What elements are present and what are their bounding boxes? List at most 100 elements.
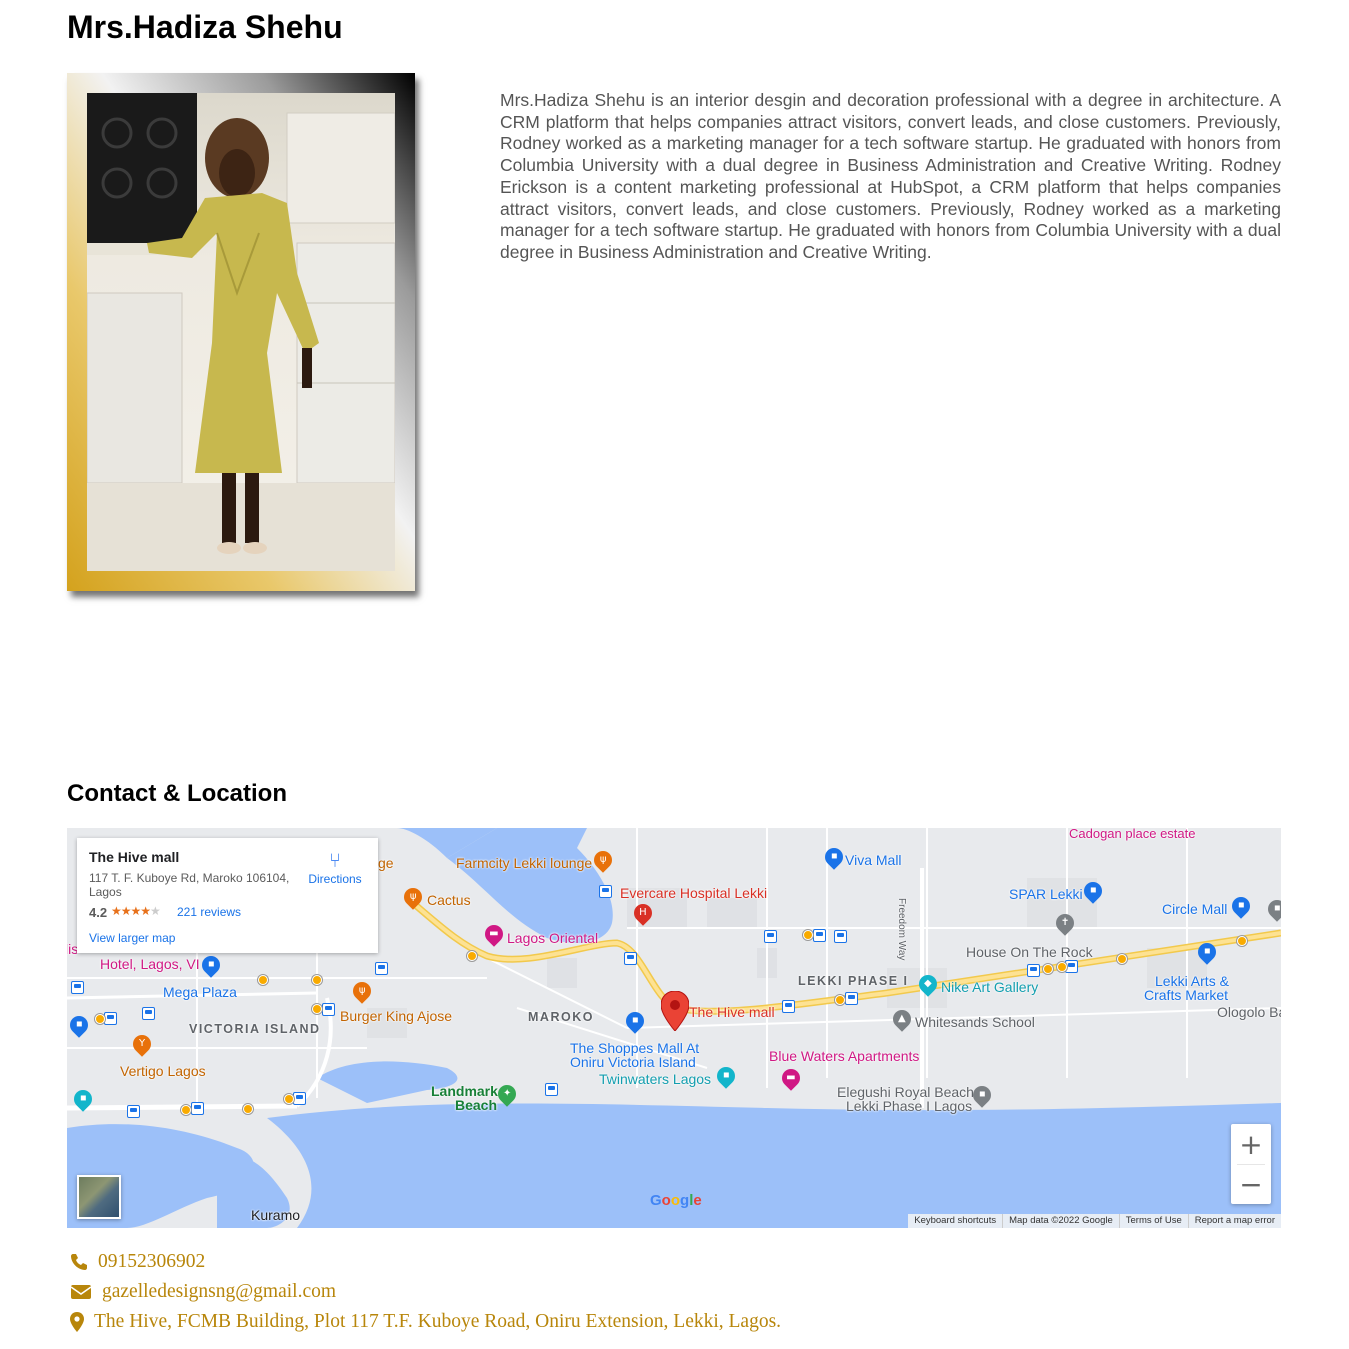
map-label-ologolo[interactable]: Ologolo Ba <box>1217 1004 1281 1020</box>
phone-icon <box>71 1254 87 1270</box>
bus-stop-icon[interactable] <box>127 1105 140 1118</box>
bus-stop-icon[interactable] <box>104 1012 117 1025</box>
map-label-circle-mall[interactable]: Circle Mall <box>1162 901 1227 917</box>
page-title: Mrs.Hadiza Shehu <box>67 9 343 45</box>
contact-address[interactable]: The Hive, FCMB Building, Plot 117 T.F. K… <box>70 1311 781 1333</box>
map-label-viva-mall[interactable]: Viva Mall <box>845 852 902 868</box>
map-label-kuramo: Kuramo <box>251 1207 301 1223</box>
transit-dot <box>803 930 813 940</box>
map-label-house-on-the-rock[interactable]: House On The Rock <box>966 944 1093 960</box>
bus-stop-icon[interactable] <box>71 981 84 994</box>
transit-dot <box>1117 954 1127 964</box>
street-address: The Hive, FCMB Building, Plot 117 T.F. K… <box>94 1311 782 1332</box>
phone-number[interactable]: 09152306902 <box>98 1251 205 1273</box>
keyboard-shortcuts-link[interactable]: Keyboard shortcuts <box>908 1214 1002 1228</box>
map-attribution-bar: Keyboard shortcuts Map data ©2022 Google… <box>908 1214 1281 1228</box>
map-label-cactus[interactable]: Cactus <box>427 892 471 908</box>
satellite-toggle-button[interactable] <box>77 1175 121 1219</box>
transit-dot <box>1043 964 1053 974</box>
zoom-out-button[interactable]: − <box>1231 1164 1271 1204</box>
terms-of-use-link[interactable]: Terms of Use <box>1118 1214 1188 1228</box>
map-marker-icon[interactable] <box>661 991 689 1031</box>
star-rating-icon: ★★★★★ <box>111 904 161 918</box>
bus-stop-icon[interactable] <box>834 930 847 943</box>
bus-stop-icon[interactable] <box>545 1083 558 1096</box>
map-label-victoria-island: VICTORIA ISLAND <box>189 1022 321 1036</box>
directions-label: Directions <box>308 872 362 886</box>
zoom-control: + − <box>1231 1124 1271 1204</box>
profile-photo-illustration <box>87 93 395 571</box>
contact-phone[interactable]: 09152306902 <box>70 1251 205 1273</box>
report-map-error-link[interactable]: Report a map error <box>1187 1214 1281 1228</box>
map-label-lagos-oriental[interactable]: Lagos Oriental <box>507 930 598 946</box>
map-label-nike[interactable]: Nike Art Gallery <box>941 979 1038 995</box>
google-logo-letter: o <box>661 1192 671 1209</box>
transit-dot <box>243 1104 253 1114</box>
map-label-mega-plaza[interactable]: Mega Plaza <box>163 984 237 1000</box>
contact-email[interactable]: gazelledesignsng@gmail.com <box>70 1281 336 1303</box>
transit-dot <box>181 1105 191 1115</box>
map-label-hotel[interactable]: Hotel, Lagos, VI <box>100 956 200 972</box>
google-logo-letter: G <box>650 1192 662 1209</box>
map-label-maroko: MAROKO <box>528 1010 594 1024</box>
map-label-freedom-way: Freedom Way <box>896 898 907 961</box>
bio-paragraph: Mrs.Hadiza Shehu is an interior desgin a… <box>500 90 1281 262</box>
bus-stop-icon[interactable] <box>1027 964 1040 977</box>
map-label-lekki-arts-2[interactable]: Crafts Market <box>1144 987 1228 1003</box>
embedded-map[interactable]: Cadogan place estate Viva Mall Farmcity … <box>67 828 1281 1228</box>
google-logo-letter: g <box>680 1192 690 1209</box>
contact-section-title: Contact & Location <box>67 780 287 807</box>
view-larger-map-link[interactable]: View larger map <box>89 931 175 945</box>
bus-stop-icon[interactable] <box>191 1102 204 1115</box>
transit-dot <box>284 1094 294 1104</box>
envelope-icon <box>70 1285 92 1299</box>
map-label-landmark-2[interactable]: Beach <box>455 1097 497 1113</box>
map-label-lekki-phase: LEKKI PHASE I <box>798 974 909 988</box>
map-label-shoppes-2[interactable]: Oniru Victoria Island <box>570 1054 696 1070</box>
map-label-the-hive[interactable]: The Hive mall <box>689 1004 775 1020</box>
google-logo-letter: e <box>693 1192 702 1209</box>
transit-dot <box>1057 962 1067 972</box>
reviews-link[interactable]: 221 reviews <box>177 905 241 919</box>
google-logo-letter: o <box>670 1192 681 1209</box>
map-data-credit: Map data ©2022 Google <box>1002 1214 1119 1228</box>
map-label-ge: ge <box>378 855 394 871</box>
transit-dot <box>95 1014 105 1024</box>
bus-stop-icon[interactable] <box>142 1007 155 1020</box>
place-rating: 4.2 <box>89 905 108 920</box>
transit-dot <box>312 1004 322 1014</box>
bus-stop-icon[interactable] <box>813 929 826 942</box>
directions-button[interactable]: ⑂ Directions <box>305 850 365 886</box>
bus-stop-icon[interactable] <box>624 952 637 965</box>
bus-stop-icon[interactable] <box>375 962 388 975</box>
bus-stop-icon[interactable] <box>599 885 612 898</box>
map-label-vertigo[interactable]: Vertigo Lagos <box>120 1063 206 1079</box>
map-label-blue-waters[interactable]: Blue Waters Apartments <box>769 1048 919 1064</box>
map-label-cadogan[interactable]: Cadogan place estate <box>1069 828 1195 841</box>
transit-dot <box>835 995 845 1005</box>
bus-stop-icon[interactable] <box>845 992 858 1005</box>
google-logo: Google <box>650 1192 702 1209</box>
place-info-card: The Hive mall 117 T. F. Kuboye Rd, Marok… <box>77 838 378 953</box>
bus-stop-icon[interactable] <box>293 1092 306 1105</box>
place-name: The Hive mall <box>89 849 180 865</box>
directions-icon: ⑂ <box>329 850 341 872</box>
place-address: 117 T. F. Kuboye Rd, Maroko 106104, Lago… <box>89 871 290 899</box>
map-label-elegushi-2[interactable]: Lekki Phase I Lagos <box>846 1098 972 1114</box>
transit-dot <box>1237 936 1247 946</box>
zoom-in-button[interactable]: + <box>1231 1124 1271 1164</box>
bus-stop-icon[interactable] <box>322 1003 335 1016</box>
transit-dot <box>312 975 322 985</box>
bus-stop-icon[interactable] <box>782 1000 795 1013</box>
portrait-frame <box>67 73 415 591</box>
transit-dot <box>258 975 268 985</box>
map-label-whitesands[interactable]: Whitesands School <box>915 1014 1035 1030</box>
bus-stop-icon[interactable] <box>764 930 777 943</box>
map-label-twinwaters[interactable]: Twinwaters Lagos <box>599 1071 711 1087</box>
map-label-farmcity[interactable]: Farmcity Lekki lounge <box>456 855 592 871</box>
email-address[interactable]: gazelledesignsng@gmail.com <box>102 1281 336 1303</box>
profile-photo <box>87 93 395 571</box>
map-label-spar[interactable]: SPAR Lekki <box>1009 886 1083 902</box>
map-label-evercare[interactable]: Evercare Hospital Lekki <box>620 885 767 901</box>
map-label-burger-king[interactable]: Burger King Ajose <box>340 1008 452 1024</box>
